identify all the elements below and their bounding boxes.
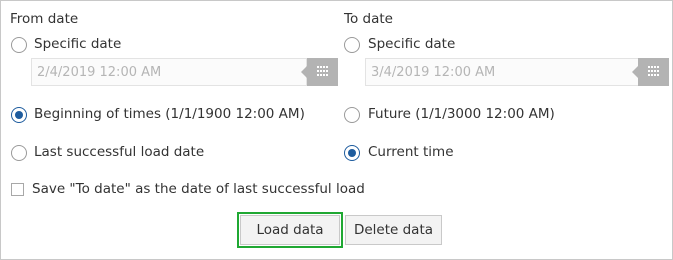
from-specific-date-radio[interactable] [11, 37, 27, 53]
to-current-time-radio[interactable] [344, 145, 360, 161]
save-to-date-label[interactable]: Save "To date" as the date of last succe… [32, 181, 365, 197]
from-date-field[interactable]: 2/4/2019 12:00 AM [31, 58, 307, 86]
to-future-label[interactable]: Future (1/1/3000 12:00 AM) [368, 106, 555, 122]
from-date-title: From date [10, 11, 79, 27]
to-specific-date-label[interactable]: Specific date [368, 36, 455, 52]
calendar-icon [648, 66, 661, 77]
to-date-value: 3/4/2019 12:00 AM [371, 65, 496, 80]
from-date-value: 2/4/2019 12:00 AM [37, 65, 162, 80]
load-data-panel: From date Specific date 2/4/2019 12:00 A… [0, 0, 673, 260]
save-to-date-checkbox[interactable] [11, 183, 24, 196]
from-beginning-of-times-label[interactable]: Beginning of times (1/1/1900 12:00 AM) [34, 106, 305, 122]
from-specific-date-label[interactable]: Specific date [34, 36, 121, 52]
to-date-title: To date [344, 11, 393, 27]
load-data-button[interactable]: Load data [237, 212, 343, 248]
from-last-successful-load-radio[interactable] [11, 145, 27, 161]
to-calendar-button[interactable] [632, 58, 669, 86]
calendar-icon [317, 66, 330, 77]
to-future-radio[interactable] [344, 107, 360, 123]
from-last-successful-load-label[interactable]: Last successful load date [34, 144, 204, 160]
to-date-field[interactable]: 3/4/2019 12:00 AM [365, 58, 640, 86]
delete-data-button[interactable]: Delete data [345, 215, 442, 245]
to-current-time-label[interactable]: Current time [368, 144, 454, 160]
from-calendar-button[interactable] [301, 58, 338, 86]
from-beginning-of-times-radio[interactable] [11, 107, 27, 123]
to-specific-date-radio[interactable] [344, 37, 360, 53]
